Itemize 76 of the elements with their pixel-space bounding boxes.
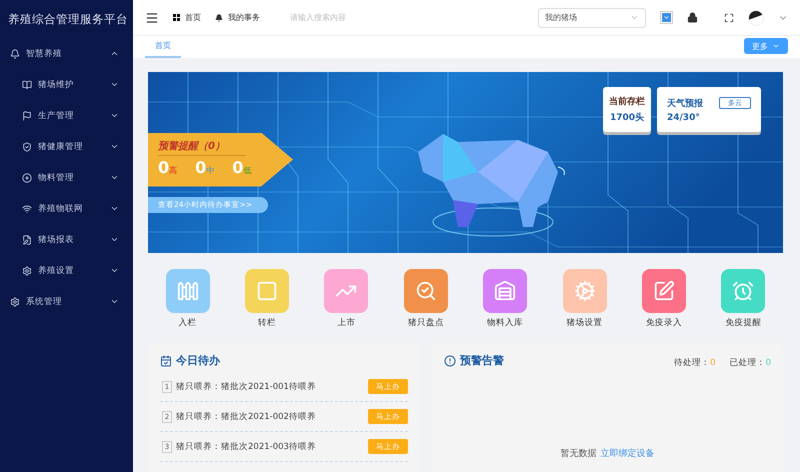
shield-check-icon	[22, 142, 32, 152]
quick-action-tile[interactable]	[404, 269, 448, 313]
quick-action-label[interactable]: 上市	[337, 317, 356, 329]
empty-text: 暂无数据	[560, 448, 596, 460]
quick-action-label[interactable]: 免疫提醒	[725, 317, 762, 329]
quick-action-label[interactable]: 猪场设置	[566, 317, 603, 329]
panel-title: 今日待办	[176, 353, 220, 368]
quick-action-label[interactable]: 物料入库	[487, 317, 524, 329]
warehouse-icon	[494, 280, 516, 302]
quick-action-label[interactable]: 免疫录入	[646, 317, 682, 329]
alert-title: 预警提醒（0）	[158, 138, 246, 156]
bell-icon	[215, 14, 223, 22]
alert-count: 0	[195, 158, 206, 176]
farm-select[interactable]: 我的猪场	[538, 8, 646, 28]
quick-action-tile[interactable]	[324, 269, 368, 313]
flag-icon	[22, 110, 32, 120]
sidebar-item[interactable]: 猪场维护	[0, 69, 133, 100]
alert-level: 中	[206, 164, 214, 176]
alert-count: 0	[232, 158, 244, 176]
alert-level: 高	[169, 164, 178, 176]
alert-count: 0	[158, 158, 170, 176]
sidebar-item[interactable]: 生产管理	[0, 100, 133, 131]
bell-icon	[10, 48, 20, 58]
calendar-check-icon	[160, 354, 172, 366]
fullscreen-icon[interactable]	[724, 12, 734, 22]
weather-label: 天气预报	[667, 98, 703, 110]
avatar[interactable]	[748, 10, 764, 26]
menu-icon[interactable]	[145, 10, 159, 24]
panel-title: 预警告警	[460, 353, 504, 368]
nav-link[interactable]: 首页	[173, 12, 201, 23]
chevron-down-icon	[772, 42, 780, 50]
frame-icon	[256, 280, 278, 302]
chevron-down-icon	[663, 14, 670, 21]
app-title: 养殖综合管理服务平台	[7, 10, 129, 28]
pending-label: 待处理：	[674, 356, 710, 368]
chevron-down-icon	[630, 13, 639, 22]
sidebar-item[interactable]: 物料管理	[0, 162, 133, 193]
document-edit-icon	[22, 234, 32, 244]
alert-icon	[444, 354, 456, 366]
sidebar-item[interactable]: 猪健康管理	[0, 131, 133, 162]
stock-value: 1700头	[610, 111, 644, 124]
processed-label: 已处理：	[730, 356, 766, 368]
quick-action-tile[interactable]	[166, 269, 210, 313]
todo-text: 猪只喂养：猪批次2021-001待喂养	[176, 380, 317, 392]
lock-icon[interactable]	[687, 12, 698, 23]
plus-circle-icon	[22, 172, 32, 182]
stock-label: 当前存栏	[609, 96, 645, 108]
sidebar-item[interactable]: 系统管理	[0, 286, 133, 317]
alarm-clock-icon	[732, 280, 754, 302]
pending-count: 0	[710, 358, 716, 368]
quick-action-label[interactable]: 转栏	[258, 317, 276, 329]
alert-level: 低	[243, 164, 252, 176]
checkbox[interactable]	[660, 11, 673, 24]
quick-action-tile[interactable]	[483, 269, 528, 313]
todo-text: 猪只喂养：猪批次2021-002待喂养	[176, 410, 317, 422]
quick-action-tile[interactable]	[721, 269, 766, 313]
tab[interactable]: 首页	[145, 40, 181, 58]
edit-icon	[652, 280, 675, 302]
settings-icon	[10, 296, 20, 306]
grid-icon	[173, 14, 180, 21]
quick-action-tile[interactable]	[642, 269, 686, 313]
quick-action-label[interactable]: 入栏	[178, 317, 197, 329]
processed-count: 0	[766, 358, 771, 368]
temperature: 24/30°	[667, 112, 700, 122]
sidebar-item[interactable]: 智慧养殖	[0, 38, 133, 69]
sidebar-item[interactable]: 养殖设置	[0, 255, 133, 286]
fence-icon	[176, 280, 199, 302]
todo-text: 猪只喂养：猪批次2021-003待喂养	[176, 440, 317, 452]
book-icon	[22, 80, 32, 90]
quick-action-tile[interactable]	[562, 269, 607, 313]
nav-link[interactable]: 我的事务	[215, 12, 260, 23]
sidebar-item[interactable]: 猪场报表	[0, 224, 133, 255]
settings-icon	[22, 266, 32, 276]
sidebar-item[interactable]: 养殖物联网	[0, 193, 133, 224]
quick-action-tile[interactable]	[245, 269, 290, 313]
quick-action-label[interactable]: 猪只盘点	[408, 317, 444, 329]
